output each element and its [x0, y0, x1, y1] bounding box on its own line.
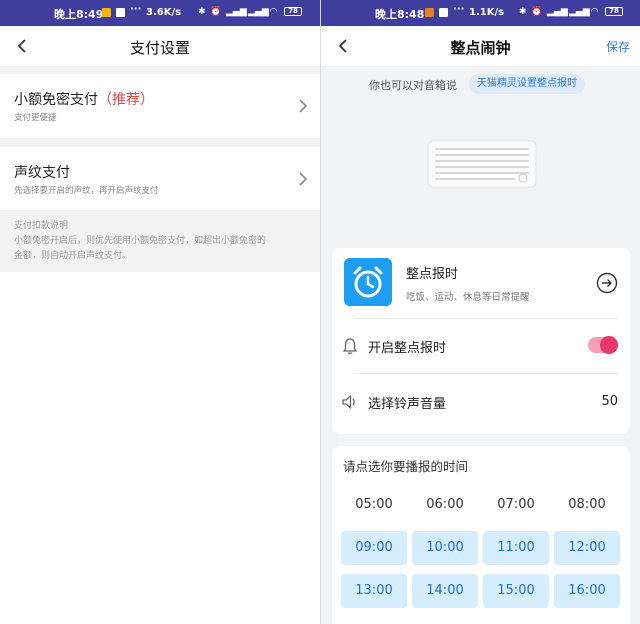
row-title-text: 小额免密支付: [14, 92, 98, 108]
chevron-right-icon: [299, 172, 308, 186]
network-speed: 1.1K/s: [469, 7, 505, 18]
note-line-1: 小额免密开启后，则优先使用小额免密支付，如超出小额免密的: [14, 236, 267, 246]
notification-icon: [102, 8, 111, 17]
volume-label: 选择铃声音量: [368, 397, 447, 412]
signal-2-icon: ▂▄▆: [569, 7, 590, 17]
time-picker-card: 请点选你要播报的时间 05:00 06:00 07:00 08:00 09:00 10:0…: [332, 446, 630, 624]
hourly-chime-card: 整点报时 吃饭、运动、休息等日常提醒 开启整点报时 选择铃声音量 50: [332, 248, 630, 434]
small-amount-pay-subtitle: 支付更便捷: [14, 113, 57, 123]
feature-subtitle: 吃饭、运动、休息等日常提醒: [406, 292, 530, 303]
notification-icon: [425, 8, 434, 17]
time-option-0800[interactable]: 08:00: [554, 488, 620, 522]
time-option-1500[interactable]: 15:00: [483, 574, 549, 608]
small-amount-pay-title: 小额免密支付（推荐）: [14, 89, 154, 109]
signal-icon: ▂▄▆: [226, 7, 247, 17]
arrow-right-circle-icon[interactable]: [596, 272, 618, 294]
note-line-2: 金额，则自动开启声纹支付。: [14, 251, 132, 261]
payment-deduction-note: 支付扣款说明 小额免密开启后，则优先使用小额免密支付，如超出小额免密的 金额，则…: [0, 210, 320, 272]
section-gap: [0, 66, 320, 74]
voiceprint-pay-row[interactable]: 声纹支付 先选择要开启的声纹，再开启声纹支付: [0, 147, 320, 210]
header-bar: 支付设置: [0, 26, 320, 66]
hourly-chime-toggle[interactable]: [588, 336, 618, 354]
alarm-icon: ⏰: [210, 7, 222, 17]
save-button[interactable]: 保存: [606, 38, 630, 55]
hint-text: 你也可以对音箱说: [369, 79, 457, 92]
app-notification-icon: [116, 8, 125, 17]
voice-command-chip[interactable]: 天猫精灵设置整点报时: [469, 74, 585, 94]
hourly-chime-toggle-label: 开启整点报时: [368, 341, 447, 356]
bell-icon: [342, 338, 358, 354]
signal-2-icon: ▂▄▆: [248, 7, 269, 17]
volume-value[interactable]: 50: [601, 394, 618, 409]
signal-icon: ▂▄▆: [547, 7, 568, 17]
time-option-1000[interactable]: 10:00: [412, 531, 478, 565]
payment-settings-screen: 晚上8:49 ··· 3.6K/s ✱ ⏰ ▂▄▆ ▂▄▆ ◠ 78 支付设置 …: [0, 0, 320, 624]
page-title: 整点闹钟: [450, 39, 511, 57]
toggle-knob: [600, 336, 618, 354]
section-gap: [0, 138, 320, 147]
header-bar: 整点闹钟 保存: [321, 26, 640, 66]
wifi-icon: ◠: [270, 7, 277, 17]
note-title: 支付扣款说明: [14, 221, 69, 231]
voiceprint-pay-title: 声纹支付: [14, 165, 70, 181]
battery-icon: 78: [284, 7, 302, 16]
divider: [354, 318, 618, 319]
voiceprint-pay-subtitle: 先选择要开启的声纹，再开启声纹支付: [14, 186, 159, 196]
alarm-icon: ⏰: [531, 7, 543, 17]
bluetooth-icon: ✱: [198, 7, 206, 17]
page-title: 支付设置: [129, 39, 190, 57]
bluetooth-icon: ✱: [519, 7, 527, 17]
time-option-0500[interactable]: 05:00: [341, 488, 407, 522]
time-option-0700[interactable]: 07:00: [483, 488, 549, 522]
time-option-1200[interactable]: 12:00: [554, 531, 620, 565]
hourly-alarm-screen: 晚上8:48 ··· 1.1K/s ✱ ⏰ ▂▄▆ ▂▄▆ ◠ 78 整点闹钟 …: [321, 0, 640, 624]
small-amount-pay-row[interactable]: 小额免密支付（推荐） 支付更便捷: [0, 74, 320, 138]
network-speed: 3.6K/s: [146, 7, 182, 18]
more-icon: ···: [453, 4, 465, 15]
voice-hint: 你也可以对音箱说 天猫精灵设置整点报时: [321, 74, 640, 94]
time-picker-title: 请点选你要播报的时间: [343, 459, 469, 474]
status-bar: 晚上8:49 ··· 3.6K/s ✱ ⏰ ▂▄▆ ▂▄▆ ◠ 78: [0, 0, 320, 26]
battery-icon: 78: [605, 7, 623, 16]
more-icon: ···: [130, 4, 142, 15]
recommend-badge: （推荐）: [98, 92, 154, 108]
app-notification-icon: [439, 8, 448, 17]
time-option-1600[interactable]: 16:00: [554, 574, 620, 608]
status-bar: 晚上8:48 ··· 1.1K/s ✱ ⏰ ▂▄▆ ▂▄▆ ◠ 78: [321, 0, 640, 26]
chevron-right-icon: [299, 99, 308, 113]
smart-speaker-image: [427, 140, 537, 188]
time-option-0900[interactable]: 09:00: [341, 531, 407, 565]
divider: [354, 373, 618, 374]
time-option-1100[interactable]: 11:00: [483, 531, 549, 565]
feature-title: 整点报时: [406, 267, 459, 282]
time-option-1400[interactable]: 14:00: [412, 574, 478, 608]
status-time: 晚上8:49: [54, 8, 104, 21]
time-option-0600[interactable]: 06:00: [412, 488, 478, 522]
status-time: 晚上8:48: [375, 8, 425, 21]
wifi-icon: ◠: [591, 7, 598, 17]
speaker-volume-icon: [342, 395, 355, 409]
time-option-1300[interactable]: 13:00: [341, 574, 407, 608]
alarm-clock-icon: [344, 258, 392, 306]
